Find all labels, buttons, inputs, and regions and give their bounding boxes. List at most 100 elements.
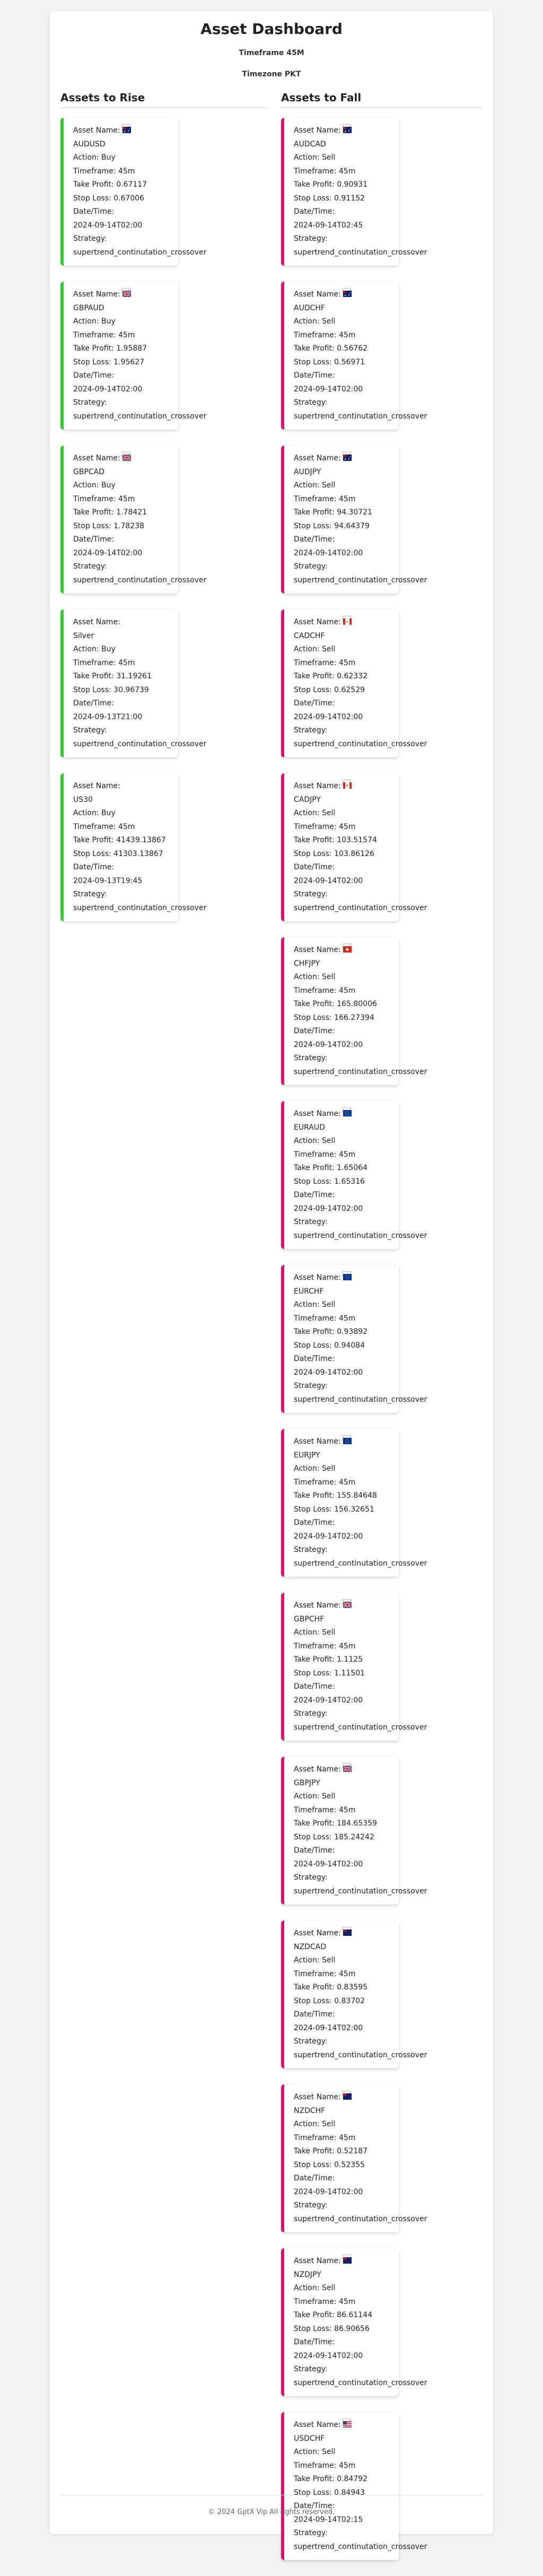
datetime-value: 2024-09-14T02:00 (294, 1696, 363, 1705)
strategy-value: supertrend_continutation_crossover (294, 1231, 427, 1240)
datetime-value: 2024-09-14T02:45 (294, 221, 363, 230)
stop-loss-label: Stop Loss: (73, 685, 111, 694)
strategy-value: supertrend_continutation_crossover (73, 739, 207, 748)
take-profit-label: Take Profit: (73, 508, 114, 517)
strategy-row: Strategy: (294, 1216, 396, 1229)
strategy-value: supertrend_continutation_crossover (294, 1723, 427, 1732)
datetime-value: 2024-09-14T02:00 (294, 548, 363, 557)
take-profit-row: Take Profit: 94.30721 (294, 506, 396, 520)
asset-card-audusd: Asset Name: AUDUSD Action: Buy Timeframe: 4… (60, 118, 206, 266)
strategy-label: Strategy: (294, 1545, 328, 1554)
timeframe-value: 45m (338, 1805, 356, 1814)
fall-section-title: Assets to Fall (281, 91, 483, 108)
action-value: Buy (101, 481, 116, 490)
name-value: EURAUD (294, 1123, 325, 1132)
strategy-label: Strategy: (73, 890, 107, 898)
action-row: Action: Sell (294, 2118, 396, 2132)
action-label: Action: (294, 2448, 320, 2456)
datetime-label: Date/Time: (73, 371, 115, 380)
stop-loss-label: Stop Loss: (294, 1505, 332, 1514)
strategy-label: Strategy: (294, 2037, 328, 2046)
timeframe-label: Timeframe: (73, 658, 116, 667)
us-flag-icon (342, 2418, 352, 2427)
datetime-value: 2024-09-14T02:00 (73, 548, 143, 557)
action-row: Action: Buy (73, 479, 175, 493)
timeframe-label: Timeframe 45M (239, 49, 304, 57)
take-profit-label: Take Profit: (294, 180, 335, 189)
timeframe-label: Timeframe: (73, 822, 116, 831)
nz-flag-icon (342, 2091, 352, 2100)
stop-loss-value: 30.96739 (113, 685, 149, 694)
stop-loss-row: Stop Loss: 1.78238 (73, 520, 175, 534)
timeframe-value: 45m (338, 1314, 356, 1323)
stop-loss-label: Stop Loss: (294, 194, 332, 203)
stop-loss-value: 41303.13867 (113, 849, 163, 858)
timeframe-value: 45m (118, 658, 135, 667)
asset-card-gbpcad: Asset Name: GBPCAD Action: Buy Timeframe: 4… (60, 446, 206, 593)
action-value: Sell (322, 1464, 336, 1473)
strategy-row: Strategy: (294, 724, 396, 738)
action-value: Sell (322, 1956, 336, 1964)
action-value: Sell (322, 973, 336, 981)
timeframe-value: 45m (338, 2461, 356, 2470)
stop-loss-label: Stop Loss: (294, 1832, 332, 1841)
au-flag-icon (342, 452, 352, 461)
strategy-value: supertrend_continutation_crossover (294, 1887, 427, 1896)
name-value: USDCHF (294, 2434, 325, 2443)
stop-loss-value: 185.24242 (334, 1832, 374, 1841)
timeframe-label: Timeframe: (294, 658, 337, 667)
strategy-label: Strategy: (294, 2529, 328, 2537)
asset-name-label: Asset Name: (73, 618, 120, 626)
name-value: EURJPY (294, 1451, 320, 1460)
action-row: Action: Sell (294, 807, 396, 820)
take-profit-value: 1.78421 (116, 508, 147, 517)
timeframe-label: Timeframe: (73, 167, 116, 176)
asset-name-row: Asset Name: (73, 288, 175, 302)
eu-flag-icon (342, 1107, 352, 1116)
asset-name-label: Asset Name: (73, 126, 120, 135)
action-row: Action: Sell (294, 2282, 396, 2295)
take-profit-label: Take Profit: (73, 344, 114, 353)
datetime-value: 2024-09-14T02:00 (294, 1368, 363, 1377)
asset-name-row: Asset Name: (73, 452, 175, 466)
strategy-value: supertrend_continutation_crossover (73, 412, 207, 421)
timeframe-value: 45m (338, 1641, 356, 1651)
action-label: Action: (294, 645, 320, 653)
timeframe-row: Timeframe: 45m (294, 1148, 396, 1162)
strategy-label: Strategy: (294, 1382, 328, 1390)
timeframe-label: Timeframe: (294, 1150, 337, 1159)
asset-card-gbpaud: Asset Name: GBPAUD Action: Buy Timeframe: 4… (60, 282, 207, 430)
datetime-value: 2024-09-14T02:00 (294, 1859, 363, 1868)
action-label: Action: (294, 2120, 320, 2128)
gb-flag-icon (342, 1763, 352, 1772)
action-value: Sell (322, 1300, 336, 1309)
asset-name-row: Asset Name: (73, 124, 175, 138)
nz-flag-icon (342, 1927, 352, 1936)
name-value: US30 (73, 795, 93, 804)
strategy-label: Strategy: (73, 562, 107, 571)
timeframe-row: Timeframe: 45m (294, 1640, 396, 1654)
asset-name-row: Asset Name: (294, 944, 396, 957)
action-value: Sell (322, 2448, 336, 2456)
stop-loss-label: Stop Loss: (73, 194, 111, 203)
take-profit-label: Take Profit: (294, 836, 335, 844)
gb-flag-icon (342, 1599, 352, 1609)
datetime-value: 2024-09-13T19:45 (73, 876, 143, 885)
stop-loss-value: 0.94084 (334, 1341, 365, 1350)
timeframe-label: Timeframe: (294, 330, 337, 339)
action-row: Action: Sell (294, 1462, 396, 1476)
stop-loss-label: Stop Loss: (294, 521, 332, 530)
asset-name-label: Asset Name: (73, 454, 120, 462)
strategy-value: supertrend_continutation_crossover (294, 2050, 427, 2059)
datetime-label: Date/Time: (294, 1846, 335, 1855)
au-flag-icon (342, 124, 352, 133)
name-value: CHFJPY (294, 959, 320, 968)
action-value: Buy (101, 317, 116, 326)
stop-loss-row: Stop Loss: 0.67006 (73, 192, 175, 206)
footer: © 2024 GptX Vip All rights reserved. (60, 2495, 483, 2516)
action-label: Action: (294, 1137, 320, 1145)
strategy-value: supertrend_continutation_crossover (294, 1395, 427, 1404)
take-profit-row: Take Profit: 1.78421 (73, 506, 175, 520)
stop-loss-label: Stop Loss: (294, 2160, 332, 2169)
au-flag-icon (342, 288, 352, 297)
